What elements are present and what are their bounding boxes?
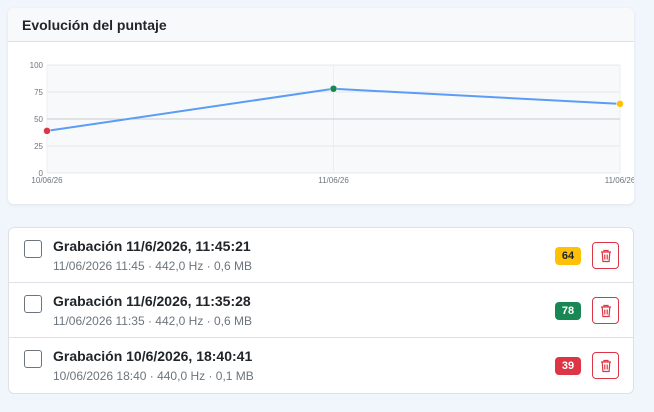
y-tick-label: 50: [34, 115, 43, 124]
list-item: Grabación 10/6/2026, 18:40:41 10/06/2026…: [9, 338, 633, 393]
data-point: [43, 127, 51, 135]
y-tick-label: 75: [34, 88, 43, 97]
score-badge: 39: [555, 357, 581, 375]
x-tick-label: 10/06/26: [31, 176, 63, 185]
recording-title: Grabación 11/6/2026, 11:35:28: [53, 293, 251, 309]
y-tick-label: 25: [34, 142, 43, 151]
list-item: Grabación 11/6/2026, 11:35:28 11/06/2026…: [9, 283, 633, 338]
trash-icon: [600, 249, 611, 262]
trash-icon: [600, 304, 611, 317]
score-badge: 64: [555, 247, 581, 265]
recording-meta: 11/06/2026 11:35 · 442,0 Hz · 0,6 MB: [53, 314, 253, 328]
score-badge: 78: [555, 302, 581, 320]
card-title: Evolución del puntaje: [8, 8, 634, 42]
select-checkbox[interactable]: [24, 240, 42, 258]
x-tick-label: 11/06/26: [605, 176, 634, 185]
delete-button[interactable]: [592, 242, 619, 269]
data-point: [329, 85, 338, 93]
select-checkbox[interactable]: [24, 295, 42, 313]
delete-button[interactable]: [592, 352, 619, 379]
recording-title: Grabación 10/6/2026, 18:40:41: [53, 348, 253, 364]
score-chart: 025507510010/06/26 11/06/26 11/06/26: [30, 61, 634, 185]
data-point: [616, 100, 624, 108]
y-tick-label: 100: [30, 61, 44, 70]
recordings-list: Grabación 11/6/2026, 11:45:21 11/06/2026…: [8, 227, 634, 394]
select-checkbox[interactable]: [24, 350, 42, 368]
list-item: Grabación 11/6/2026, 11:45:21 11/06/2026…: [9, 228, 633, 283]
delete-button[interactable]: [592, 297, 619, 324]
recording-meta: 10/06/2026 18:40 · 440,0 Hz · 0,1 MB: [53, 369, 254, 383]
recording-title: Grabación 11/6/2026, 11:45:21: [53, 238, 251, 254]
x-tick-label: 11/06/26: [318, 176, 349, 185]
recording-meta: 11/06/2026 11:45 · 442,0 Hz · 0,6 MB: [53, 259, 253, 273]
score-evolution-card: Evolución del puntaje 0 25 50 75 100 10/06/26…: [8, 8, 634, 204]
trash-icon: [600, 359, 611, 372]
